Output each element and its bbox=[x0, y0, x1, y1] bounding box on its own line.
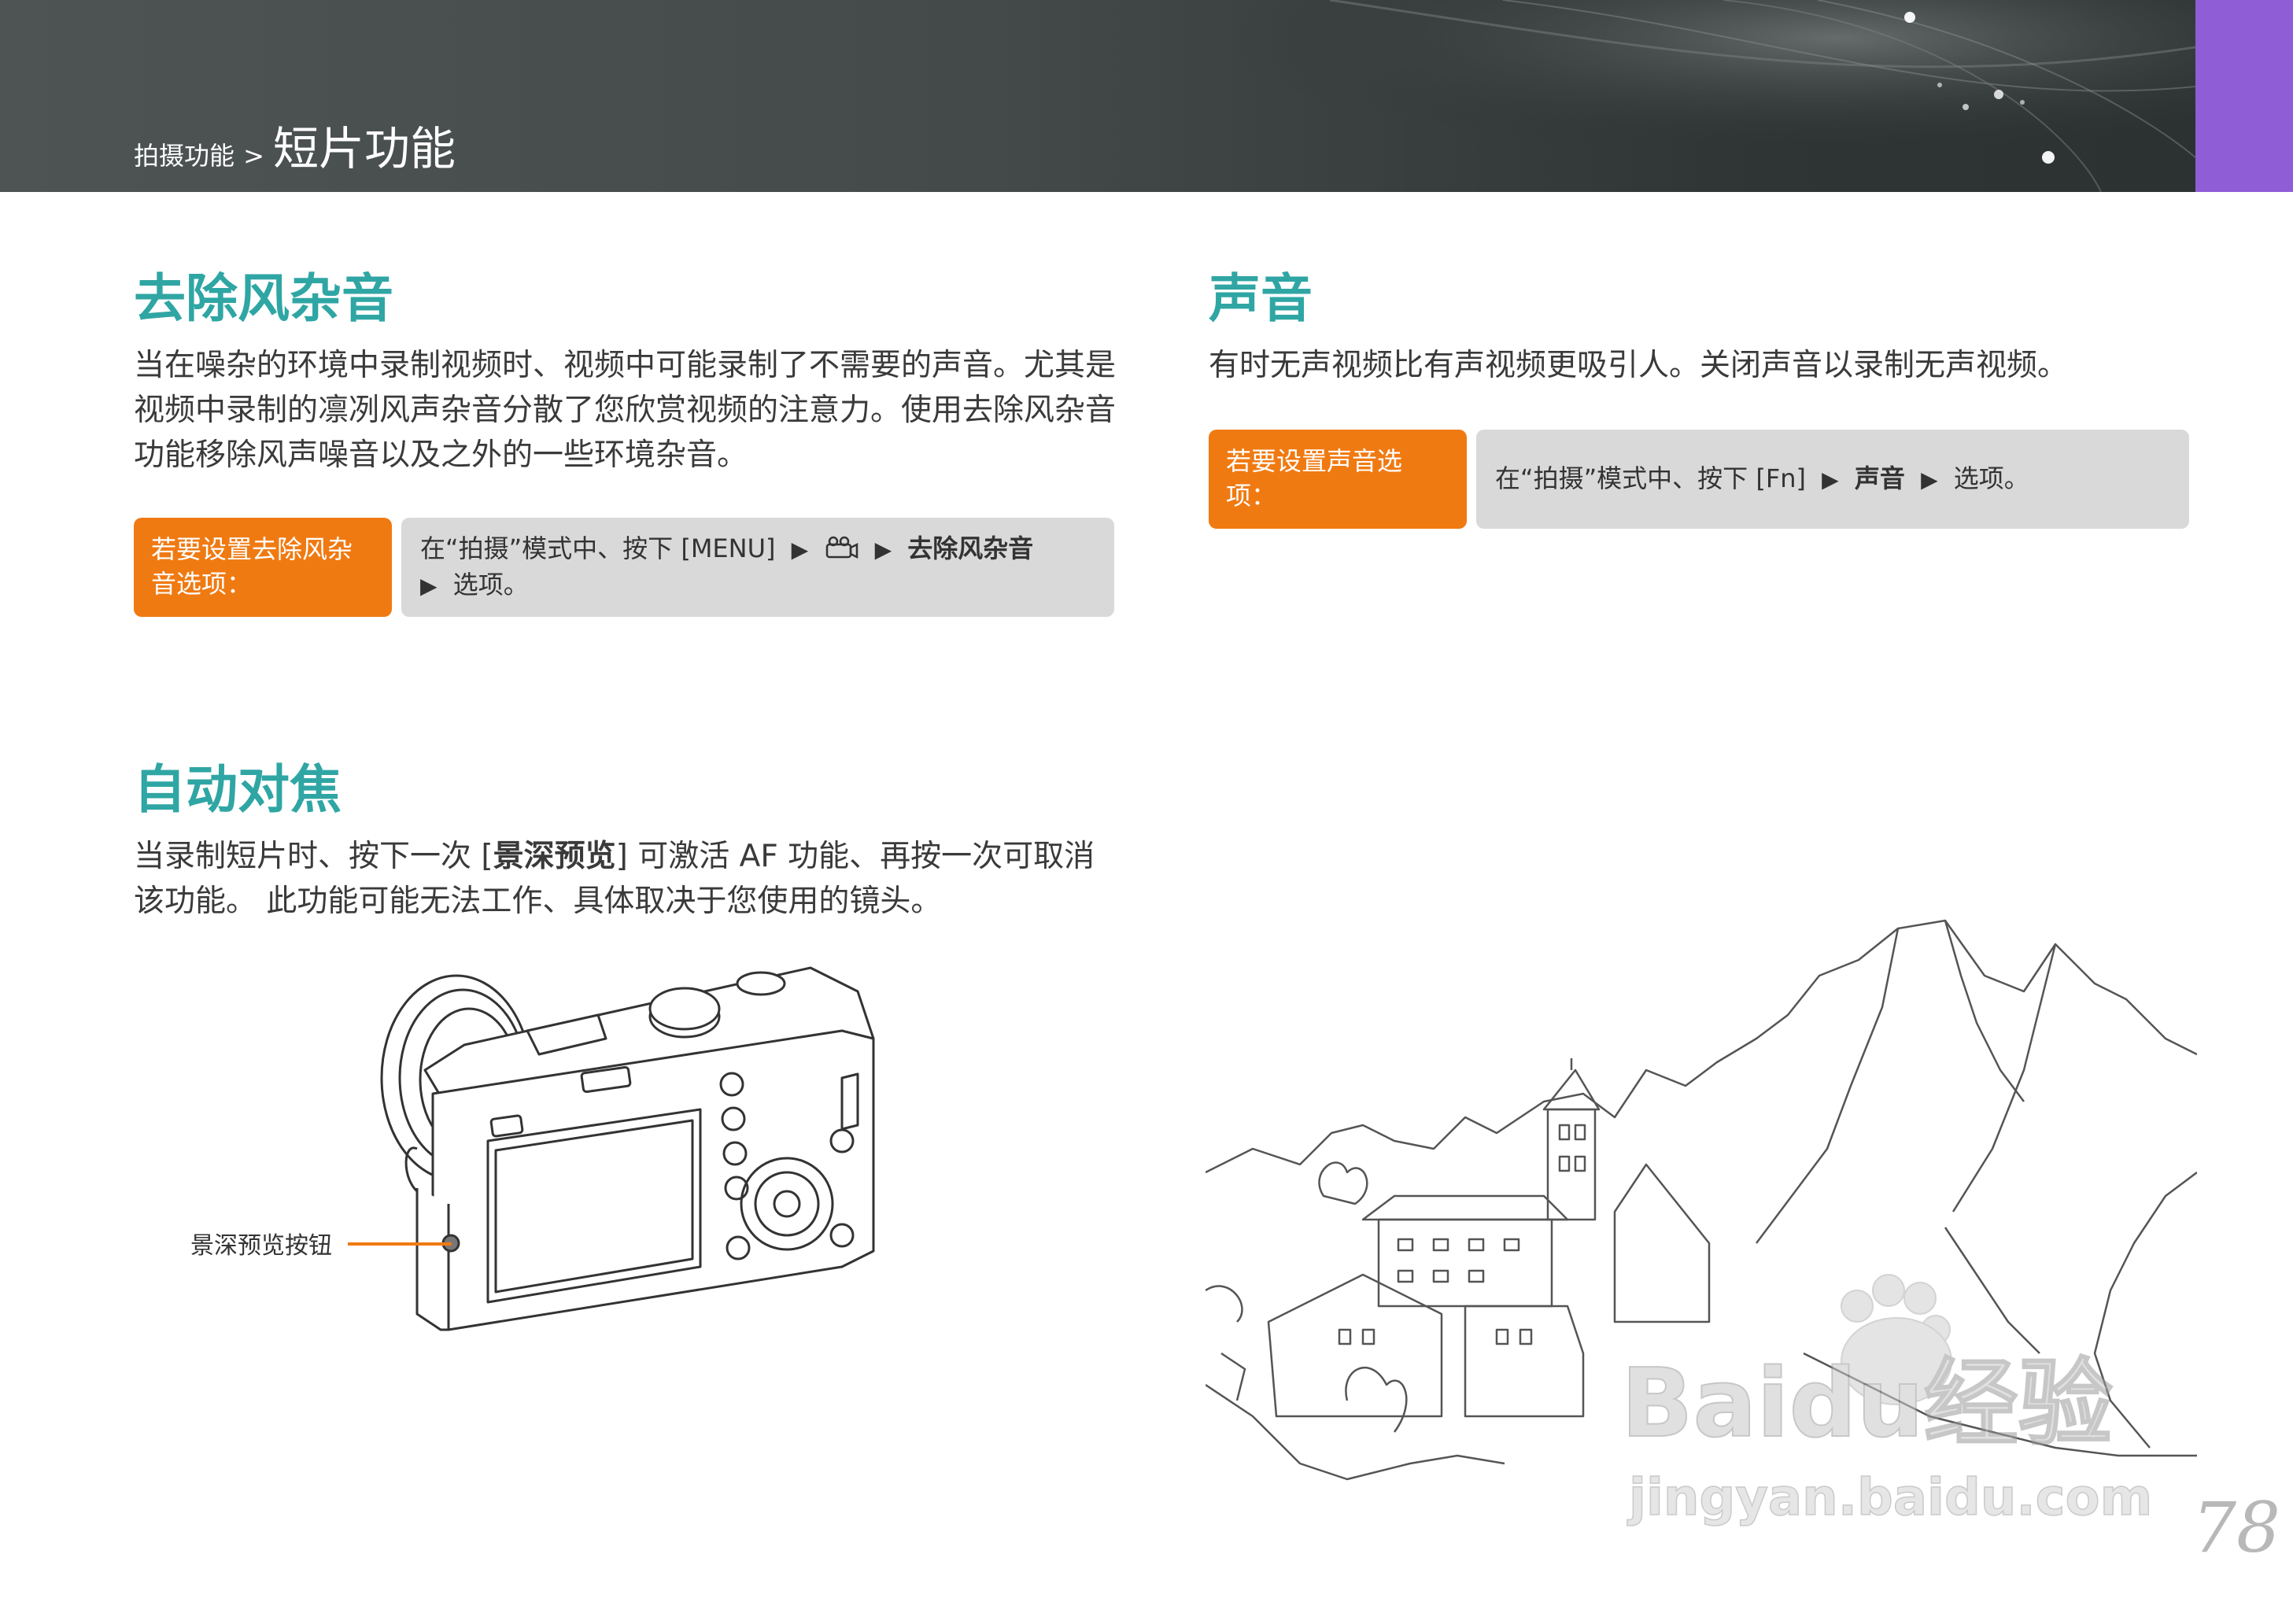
wind-cut-callout-body: 在“拍摄”模式中、按下 [MENU] ▶ ▶ 去除风杂音 ▶ 选项。 bbox=[401, 518, 1114, 617]
header-accent-tab bbox=[2195, 0, 2293, 192]
wind-cut-callout-option: 去除风杂音 bbox=[907, 533, 1034, 563]
page-header: 拍摄功能 > 短片功能 bbox=[0, 0, 2195, 192]
leader-line bbox=[348, 1242, 452, 1246]
arrow-right-icon: ▶ bbox=[420, 573, 438, 599]
af-description-before: 当录制短片时、按下一次 [ bbox=[134, 839, 493, 874]
arrow-right-icon: ▶ bbox=[874, 537, 892, 563]
sound-callout: 若要设置声音选项： 在“拍摄”模式中、按下 [Fn] ▶ 声音 ▶ 选项。 bbox=[1209, 430, 2189, 529]
sound-callout-suffix: 选项。 bbox=[1953, 463, 2029, 493]
sound-description: 有时无声视频比有声视频更吸引人。关闭声音以录制无声视频。 bbox=[1209, 348, 2069, 383]
camera-illustration bbox=[380, 966, 875, 1331]
watermark-url: jingyan.baidu.com bbox=[1627, 1469, 2152, 1526]
baidu-watermark: Baidu经验 jingyan.baidu.com bbox=[1621, 1274, 2153, 1526]
wind-cut-callout: 若要设置去除风杂音选项： 在“拍摄”模式中、按下 [MENU] ▶ ▶ 去除风杂… bbox=[134, 518, 1114, 617]
sound-callout-text: 在“拍摄”模式中、按下 [Fn] bbox=[1495, 463, 1806, 493]
sound-callout-body: 在“拍摄”模式中、按下 [Fn] ▶ 声音 ▶ 选项。 bbox=[1476, 430, 2189, 529]
breadcrumb: 拍摄功能 > 短片功能 bbox=[134, 112, 456, 178]
movie-settings-icon bbox=[826, 536, 858, 559]
breadcrumb-current: 短片功能 bbox=[273, 122, 456, 175]
wind-cut-callout-suffix: 选项。 bbox=[452, 570, 529, 600]
sound-callout-label: 若要设置声音选项： bbox=[1209, 430, 1467, 529]
arrow-right-icon: ▶ bbox=[1921, 467, 1938, 493]
header-decoration bbox=[1172, 0, 2195, 192]
arrow-right-icon: ▶ bbox=[1822, 467, 1839, 493]
watermark-brand: Baidu经验 bbox=[1621, 1349, 2113, 1459]
wind-cut-callout-label: 若要设置去除风杂音选项： bbox=[134, 518, 392, 617]
page-number: 78 bbox=[2192, 1487, 2280, 1568]
sound-title: 声音 bbox=[1209, 268, 1313, 329]
arrow-right-icon: ▶ bbox=[791, 537, 809, 563]
breadcrumb-parent: 拍摄功能 bbox=[134, 141, 235, 171]
dof-preview-button-label: 景深预览按钮 bbox=[190, 1232, 332, 1260]
breadcrumb-separator: > bbox=[243, 141, 264, 171]
wind-cut-title: 去除风杂音 bbox=[134, 268, 393, 329]
wind-cut-callout-text: 在“拍摄”模式中、按下 [MENU] bbox=[420, 533, 776, 563]
wind-cut-description: 当在噪杂的环境中录制视频时、视频中可能录制了不需要的声音。尤其是视频中录制的凛冽… bbox=[134, 348, 1117, 473]
af-description-bold: 景深预览 bbox=[493, 839, 616, 874]
sound-callout-option: 声音 bbox=[1854, 463, 1905, 493]
af-description: 当录制短片时、按下一次 [景深预览] 可激活 AF 功能、再按一次可取消该功能。… bbox=[134, 834, 1125, 924]
af-title: 自动对焦 bbox=[134, 759, 342, 820]
